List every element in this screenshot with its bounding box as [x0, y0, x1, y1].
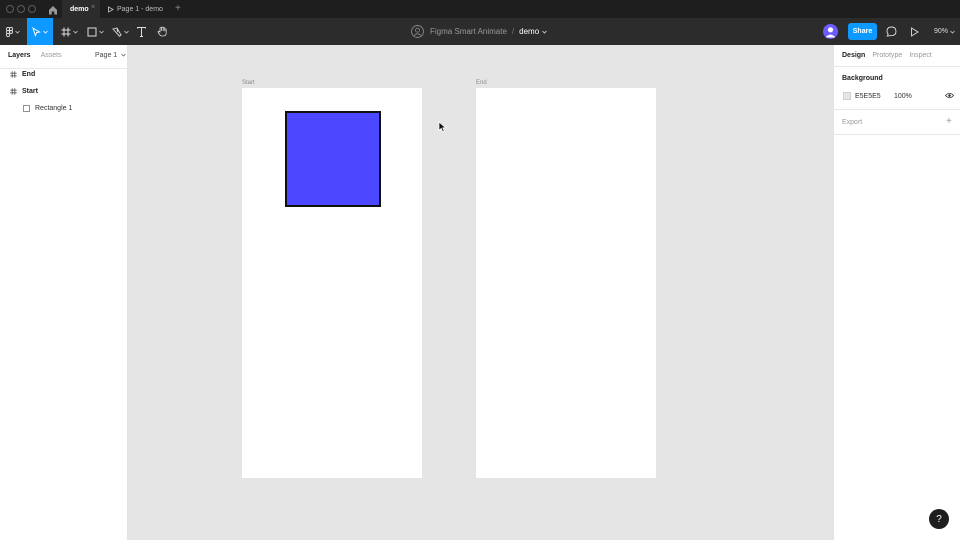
divider — [834, 134, 960, 135]
figma-logo-icon — [6, 26, 13, 37]
close-icon[interactable]: × — [91, 4, 95, 11]
zoom-menu[interactable]: 90% — [934, 18, 955, 45]
text-icon — [136, 26, 146, 37]
chevron-down-icon — [43, 30, 48, 34]
play-icon — [910, 26, 919, 37]
frame-tool-button[interactable] — [58, 18, 80, 45]
hand-tool-button[interactable] — [154, 18, 170, 45]
team-avatar-icon[interactable] — [411, 25, 424, 38]
export-section-title: Export — [842, 119, 863, 126]
toolbar: Figma Smart Animate / demo Share 90% — [0, 18, 960, 45]
avatar[interactable] — [823, 24, 838, 39]
zoom-level: 90% — [934, 28, 949, 35]
rectangle-icon — [87, 27, 96, 36]
text-tool-button[interactable] — [134, 18, 148, 45]
window-close-dot[interactable] — [6, 5, 14, 13]
frame-icon — [10, 71, 17, 78]
layers-panel: Layers Assets Page 1 End Start Rectangle… — [0, 45, 128, 540]
chevron-down-icon — [950, 30, 955, 34]
tab-prototype-view-label: Page 1 - demo — [117, 5, 163, 13]
window-zoom-dot[interactable] — [28, 5, 36, 13]
frame-label-end[interactable]: End — [476, 80, 487, 86]
breadcrumb-separator: / — [511, 27, 515, 36]
comment-icon — [885, 26, 896, 37]
layer-label: End — [22, 71, 36, 78]
layer-label: Rectangle 1 — [35, 105, 73, 112]
chevron-down-icon — [72, 30, 78, 34]
layer-end[interactable]: End — [0, 66, 127, 83]
chevron-down-icon — [98, 30, 104, 34]
background-color-swatch[interactable] — [843, 92, 851, 100]
user-icon — [825, 27, 836, 38]
play-icon — [108, 5, 114, 13]
home-icon[interactable] — [47, 3, 59, 15]
page-selector-label: Page 1 — [95, 52, 118, 59]
page-selector[interactable]: Page 1 — [95, 52, 126, 59]
chevron-down-icon — [15, 30, 20, 34]
move-tool-button[interactable] — [27, 18, 53, 45]
window-minimize-dot[interactable] — [17, 5, 25, 13]
shape-tool-button[interactable] — [84, 18, 106, 45]
eye-icon[interactable] — [945, 92, 954, 99]
rectangle-1[interactable] — [285, 111, 381, 207]
tab-demo[interactable]: demo × — [62, 0, 100, 18]
hand-icon — [157, 26, 167, 37]
tab-assets[interactable]: Assets — [41, 52, 62, 59]
frame-label-start[interactable]: Start — [242, 80, 255, 86]
cursor-arrow-icon — [32, 26, 41, 37]
share-button[interactable]: Share — [848, 23, 877, 40]
tab-prototype-view[interactable]: Page 1 - demo — [107, 0, 163, 18]
canvas[interactable]: Start End — [128, 45, 833, 540]
new-tab-icon[interactable]: + — [175, 3, 181, 14]
present-button[interactable] — [907, 18, 921, 45]
tab-layers[interactable]: Layers — [8, 52, 31, 59]
design-panel: Design Prototype Inspect Background E5E5… — [833, 45, 960, 540]
divider — [834, 109, 960, 110]
frame-start[interactable] — [242, 88, 422, 478]
add-export-icon[interactable]: + — [946, 116, 952, 127]
frame-icon — [10, 88, 17, 95]
tab-prototype[interactable]: Prototype — [872, 52, 902, 59]
rectangle-icon — [23, 105, 30, 112]
breadcrumb: Figma Smart Animate / demo — [411, 18, 547, 45]
layer-rectangle-1[interactable]: Rectangle 1 — [0, 100, 127, 117]
pen-tool-button[interactable] — [109, 18, 131, 45]
layer-start[interactable]: Start — [0, 83, 127, 100]
pen-icon — [111, 26, 122, 37]
main-menu-button[interactable] — [3, 18, 23, 45]
mouse-cursor-icon — [438, 121, 447, 133]
frame-end[interactable] — [476, 88, 656, 478]
tab-inspect[interactable]: Inspect — [909, 52, 932, 59]
tab-demo-label: demo — [70, 5, 89, 13]
help-button[interactable]: ? — [929, 509, 949, 529]
tab-design[interactable]: Design — [842, 52, 865, 59]
layer-label: Start — [22, 88, 38, 95]
frame-icon — [61, 27, 70, 36]
breadcrumb-file[interactable]: demo — [519, 27, 539, 36]
chevron-down-icon — [121, 53, 126, 57]
comment-button[interactable] — [883, 18, 899, 45]
background-opacity-input[interactable]: 100% — [894, 93, 912, 100]
title-bar: demo × Page 1 - demo + — [0, 0, 960, 18]
background-hex-input[interactable]: E5E5E5 — [855, 93, 881, 100]
background-section-title: Background — [842, 75, 883, 82]
breadcrumb-team[interactable]: Figma Smart Animate — [430, 27, 507, 36]
chevron-down-icon[interactable] — [542, 30, 547, 34]
divider — [834, 66, 960, 67]
chevron-down-icon — [123, 30, 129, 34]
